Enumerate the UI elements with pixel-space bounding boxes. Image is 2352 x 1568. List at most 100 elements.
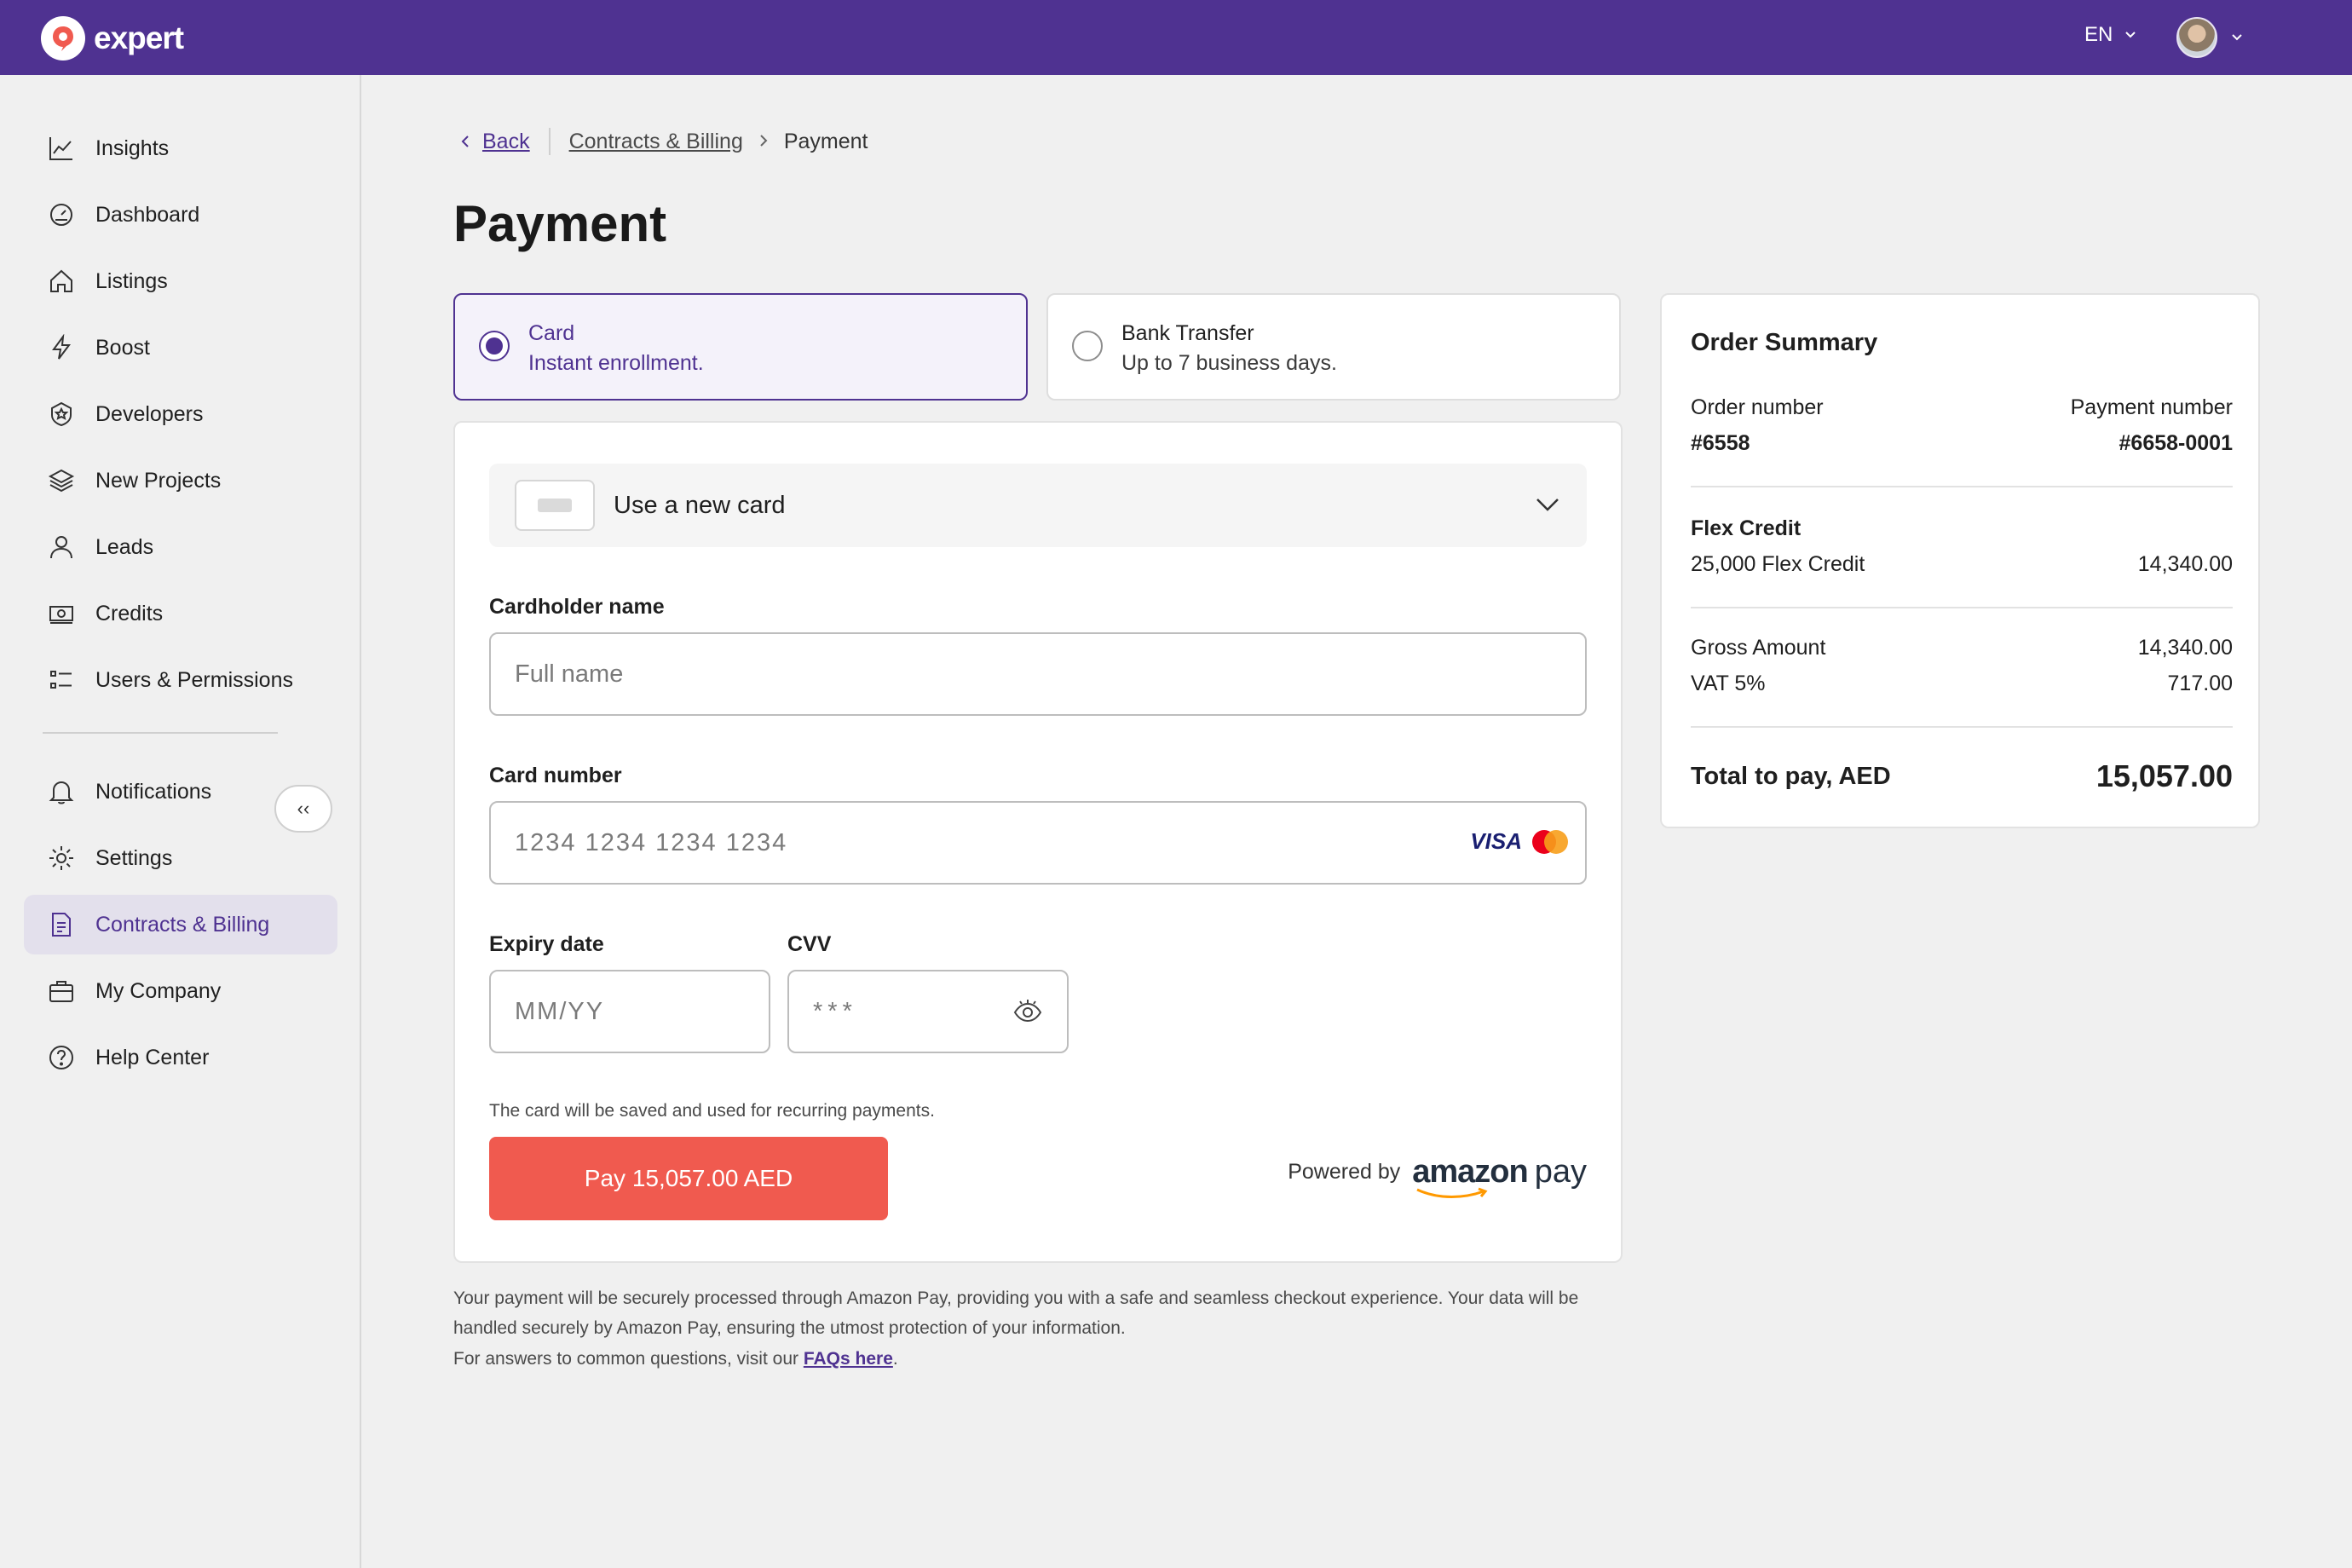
cash-icon (46, 598, 77, 629)
summary-divider (1691, 486, 2233, 487)
logo-mark-icon (41, 16, 85, 61)
sidebar-item-credits[interactable]: Credits (24, 584, 337, 643)
bell-icon (46, 776, 77, 807)
list-icon (46, 665, 77, 695)
sidebar-divider (43, 732, 278, 734)
card-number-label: Card number (489, 764, 622, 787)
avatar (2176, 17, 2217, 58)
sidebar-item-label: Insights (95, 135, 170, 160)
sidebar-item-users-permissions[interactable]: Users & Permissions (24, 650, 337, 710)
breadcrumb-contracts-billing[interactable]: Contracts & Billing (569, 130, 743, 154)
sidebar-item-contracts-billing[interactable]: Contracts & Billing (24, 895, 337, 954)
pay-button[interactable]: Pay 15,057.00 AED (489, 1137, 888, 1220)
security-disclaimer: Your payment will be securely processed … (453, 1288, 1579, 1338)
sidebar-item-label: Credits (95, 601, 164, 625)
saved-card-select[interactable]: Use a new card (489, 464, 1587, 547)
sidebar-item-dashboard[interactable]: Dashboard (24, 185, 337, 245)
method-title: Bank Transfer (1121, 321, 1254, 345)
radio-selected[interactable] (479, 331, 510, 361)
order-number-value: #6558 (1691, 431, 1750, 455)
card-number-input[interactable]: 1234 1234 1234 1234 VISA (489, 801, 1587, 885)
app-logo[interactable]: expert (41, 16, 184, 61)
chevron-right-icon (758, 130, 769, 154)
sidebar-item-boost[interactable]: Boost (24, 318, 337, 378)
method-title: Card (528, 321, 575, 345)
sidebar-item-label: Settings (95, 845, 173, 870)
chevron-down-icon (2232, 34, 2242, 41)
product-name-row: Flex Credit (1691, 516, 2233, 541)
order-summary: Order Summary Order number Payment numbe… (1660, 293, 2260, 828)
input-placeholder: *** (813, 997, 857, 1025)
sidebar-item-help-center[interactable]: Help Center (24, 1028, 337, 1087)
vat-row: VAT 5% 717.00 (1691, 672, 2233, 696)
product-name: Flex Credit (1691, 516, 1801, 540)
payment-method-card[interactable]: Card Instant enrollment. (453, 293, 1028, 401)
amazon-pay-logo: amazon pay (1412, 1154, 1587, 1198)
chevron-left-icon (461, 135, 469, 147)
order-number-label: Order number (1691, 395, 1824, 419)
total-label: Total to pay, AED (1691, 762, 1891, 790)
gross-amount-label: Gross Amount (1691, 636, 1826, 660)
sidebar-item-developers[interactable]: Developers (24, 384, 337, 444)
briefcase-icon (46, 976, 77, 1006)
chevron-down-icon (2125, 32, 2136, 38)
sidebar-item-label: Leads (95, 534, 154, 559)
gross-amount-row: Gross Amount 14,340.00 (1691, 636, 2233, 660)
sidebar-item-listings[interactable]: Listings (24, 251, 337, 311)
layers-icon (46, 465, 77, 496)
faq-suffix: . (892, 1349, 898, 1369)
sidebar-item-notifications[interactable]: Notifications (24, 762, 337, 821)
cardholder-name-input[interactable]: Full name (489, 632, 1587, 716)
payment-number-label: Payment number (2070, 395, 2233, 419)
expiry-date-label: Expiry date (489, 932, 604, 956)
summary-divider (1691, 607, 2233, 608)
sidebar-item-label: Developers (95, 401, 204, 426)
amazon-smile-icon (1416, 1187, 1488, 1198)
radio-unselected[interactable] (1072, 331, 1103, 361)
input-placeholder: Full name (515, 660, 624, 688)
sidebar-item-label: Dashboard (95, 202, 200, 227)
card-form-panel: Use a new card Cardholder name Full name… (453, 421, 1623, 1263)
cvv-input[interactable]: *** (787, 970, 1069, 1053)
payment-method-bank-transfer[interactable]: Bank Transfer Up to 7 business days. (1046, 293, 1621, 401)
sidebar-item-label: My Company (95, 978, 222, 1003)
cardholder-name-label: Cardholder name (489, 595, 665, 619)
lightning-icon (46, 332, 77, 363)
breadcrumb: Back Contracts & Billing Payment (460, 128, 868, 155)
sidebar-item-insights[interactable]: Insights (24, 118, 337, 178)
card-brands: VISA (1470, 828, 1568, 855)
sidebar-item-label: Notifications (95, 779, 212, 804)
faq-link[interactable]: FAQs here (804, 1349, 893, 1369)
eye-icon[interactable] (1012, 997, 1043, 1028)
powered-by-label: Powered by (1288, 1160, 1401, 1184)
badge-icon (46, 399, 77, 429)
total-amount: 15,057.00 (2095, 758, 2233, 793)
back-label: Back (482, 129, 530, 153)
language-selector[interactable]: EN (2084, 23, 2136, 47)
user-icon (46, 532, 77, 562)
language-label: EN (2084, 23, 2113, 46)
sidebar-item-my-company[interactable]: My Company (24, 961, 337, 1021)
breadcrumb-separator (548, 128, 551, 155)
summary-divider (1691, 726, 2233, 728)
gross-amount-value: 14,340.00 (2137, 636, 2233, 660)
user-menu[interactable] (2176, 17, 2243, 58)
back-link[interactable]: Back (460, 130, 530, 154)
sidebar-item-leads[interactable]: Leads (24, 517, 337, 577)
chevron-down-icon (1536, 499, 1559, 511)
visa-icon: VISA (1470, 828, 1522, 854)
sidebar-item-label: Boost (95, 335, 150, 360)
amazon-pay-logo-word: amazon (1412, 1154, 1528, 1190)
summary-number-labels: Order number Payment number (1691, 395, 2233, 420)
home-icon (46, 266, 77, 297)
sidebar-item-new-projects[interactable]: New Projects (24, 451, 337, 510)
payment-number-value: #6658-0001 (2119, 431, 2233, 455)
document-icon (46, 909, 77, 940)
input-placeholder: 1234 1234 1234 1234 (515, 828, 788, 856)
sidebar-item-settings[interactable]: Settings (24, 828, 337, 888)
powered-by: Powered by amazon pay (1288, 1154, 1587, 1198)
radio-dot (486, 337, 503, 355)
sidebar: Insights Dashboard Listings Boost Develo… (0, 75, 361, 1568)
expiry-date-input[interactable]: MM/YY (489, 970, 770, 1053)
top-bar: expert EN (0, 0, 2352, 75)
